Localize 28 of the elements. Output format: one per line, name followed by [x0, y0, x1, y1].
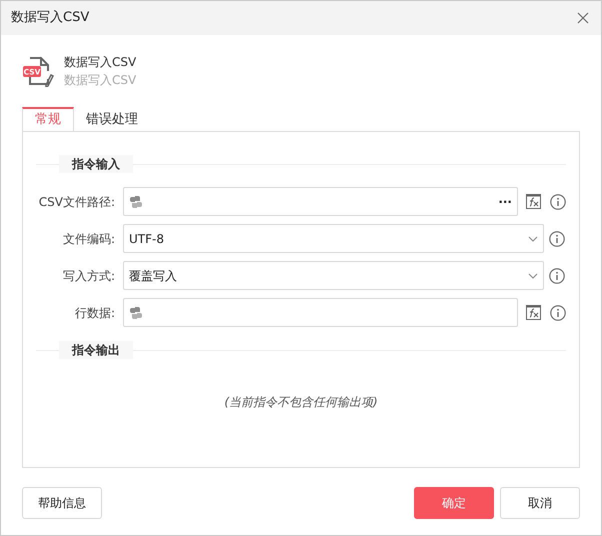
field-label: 文件编码:: [62, 230, 116, 248]
function-icon[interactable]: [526, 305, 541, 320]
action-subtitle: 数据写入CSV: [64, 72, 136, 89]
dropdown[interactable]: UTF-8: [123, 224, 544, 253]
info-icon[interactable]: [550, 194, 566, 210]
section-title: 指令输入: [59, 155, 133, 173]
cancel-button[interactable]: 取消: [500, 487, 580, 519]
caret-icon: [528, 236, 538, 242]
caret-icon: [528, 272, 538, 278]
section-title: 指令输出: [59, 341, 133, 359]
field-label: 写入方式:: [62, 268, 116, 284]
field-label: CSV文件路径:: [38, 194, 116, 210]
dropdown[interactable]: 覆盖写入: [123, 261, 544, 290]
python-icon: [129, 194, 143, 208]
info-icon[interactable]: [550, 304, 566, 320]
empty-output-note: (当前指令不包含任何输出项): [223, 394, 379, 411]
help-button[interactable]: 帮助信息: [22, 487, 102, 519]
browse-button[interactable]: ···: [498, 192, 512, 210]
window-title: 数据写入CSV: [11, 9, 90, 28]
function-icon[interactable]: [526, 194, 541, 209]
action-title: 数据写入CSV: [64, 54, 136, 71]
close-button[interactable]: [575, 10, 591, 26]
field-label: 行数据:: [74, 304, 116, 322]
input-field[interactable]: ···: [123, 187, 518, 216]
info-icon[interactable]: [549, 230, 565, 246]
python-icon: [129, 306, 143, 320]
input-field[interactable]: [123, 298, 518, 327]
info-icon[interactable]: [549, 268, 565, 284]
